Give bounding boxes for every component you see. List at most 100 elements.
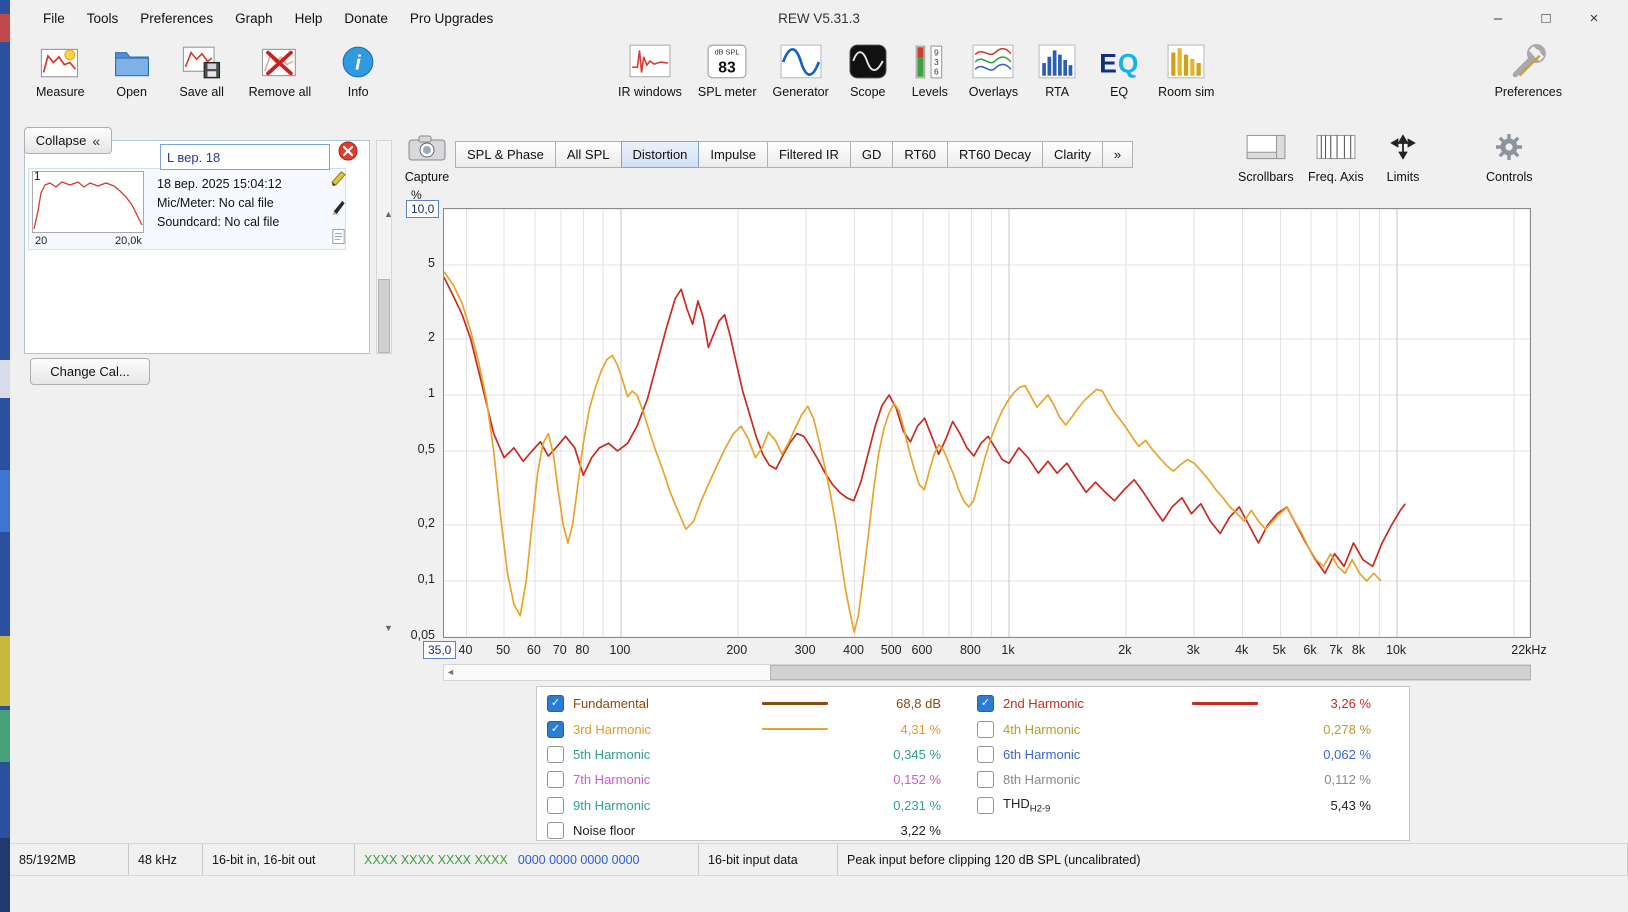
- tab-gd[interactable]: GD: [849, 141, 894, 168]
- legend-checkbox-fundamental[interactable]: ✓: [547, 695, 564, 713]
- menu-preferences[interactable]: Preferences: [129, 0, 224, 37]
- legend-swatch: [1175, 702, 1275, 705]
- panel-scrollbar-thumb[interactable]: [378, 279, 390, 353]
- tab-spl-phase[interactable]: SPL & Phase: [455, 141, 556, 168]
- freq-axis-button[interactable]: Freq. Axis: [1308, 126, 1364, 184]
- measure-button[interactable]: Measure: [36, 41, 85, 99]
- rew-window: REW V5.31.3 File Tools Preferences Graph Hel…: [10, 0, 1628, 912]
- legend-value: 0,112 %: [1324, 772, 1371, 788]
- camera-icon: [407, 126, 447, 168]
- thumb-axis-min: 20: [35, 235, 48, 247]
- menu-tools[interactable]: Tools: [76, 0, 130, 37]
- legend-checkbox-thd[interactable]: [977, 796, 994, 814]
- tab-filtered-ir[interactable]: Filtered IR: [766, 141, 851, 168]
- generator-button[interactable]: Generator: [773, 41, 829, 99]
- eq-icon: EQ: [1097, 41, 1141, 83]
- panel-scrollbar[interactable]: [376, 140, 392, 354]
- desktop-icon-fragment: [0, 360, 10, 398]
- info-button[interactable]: i Info: [335, 41, 381, 99]
- spl-meter-icon: dB SPL 83: [706, 41, 748, 83]
- scrollbars-icon: [1245, 126, 1287, 168]
- spl-meter-button[interactable]: dB SPL 83 SPL meter: [698, 41, 757, 99]
- levels-button[interactable]: 936 Levels: [907, 41, 953, 99]
- chart-horizontal-scrollbar[interactable]: ◄: [443, 664, 1531, 681]
- x-tick-800: 800: [959, 643, 981, 657]
- open-button[interactable]: Open: [109, 41, 155, 99]
- room-sim-button[interactable]: Room sim: [1158, 41, 1214, 99]
- legend-value: 3,22 %: [900, 823, 941, 839]
- menu-bar: File Tools Preferences Graph Help Donate Pro U…: [32, 0, 504, 37]
- trace-colour-button[interactable]: [330, 170, 347, 190]
- x-tick-6k: 6k: [1303, 643, 1317, 657]
- legend-checkbox-5th-harmonic[interactable]: [547, 745, 564, 763]
- edit-pencil-button[interactable]: [330, 199, 347, 219]
- svg-text:Q: Q: [1118, 48, 1139, 78]
- measure-icon: [40, 41, 80, 83]
- tab-impulse[interactable]: Impulse: [698, 141, 768, 168]
- legend-checkbox-8th-harmonic[interactable]: [977, 771, 994, 789]
- legend-checkbox-7th-harmonic[interactable]: [547, 771, 564, 789]
- maximize-button[interactable]: □: [1522, 0, 1570, 37]
- overlays-button[interactable]: Overlays: [969, 41, 1018, 99]
- controls-button[interactable]: Controls: [1486, 126, 1533, 184]
- legend-label: 2nd Harmonic: [1003, 696, 1084, 712]
- legend-value: 0,231 %: [893, 797, 941, 813]
- y-axis-max-field[interactable]: 10,0: [406, 200, 440, 218]
- preferences-button[interactable]: Preferences: [1495, 41, 1562, 99]
- scope-button[interactable]: Scope: [845, 41, 891, 99]
- desktop-icon-fragment: [0, 710, 10, 762]
- legend-checkbox-2nd-harmonic[interactable]: ✓: [977, 695, 994, 713]
- remove-all-button[interactable]: Remove all: [249, 41, 311, 99]
- thumb-axis-max: 20,0k: [115, 235, 142, 247]
- collapse-panel-button[interactable]: Collapse «: [24, 127, 112, 154]
- x-tick-22khz: 22kHz: [1511, 643, 1547, 657]
- ir-windows-button[interactable]: IR windows: [618, 41, 682, 99]
- gear-icon: [1493, 126, 1525, 168]
- x-axis-min-field[interactable]: 35,0: [423, 641, 457, 659]
- legend-label: 7th Harmonic: [573, 772, 651, 788]
- legend-row-5th-harmonic: 5th Harmonic 0,345 %: [547, 742, 941, 767]
- legend-checkbox-6th-harmonic[interactable]: [977, 745, 994, 763]
- tabs-overflow-button[interactable]: »: [1101, 141, 1134, 168]
- x-tick-80: 80: [575, 643, 590, 657]
- scroll-left-arrow[interactable]: ◄: [446, 666, 455, 678]
- menu-help[interactable]: Help: [284, 0, 334, 37]
- scroll-down-arrow[interactable]: ▼: [384, 624, 393, 633]
- wrench-icon: [1506, 41, 1550, 83]
- tab-distortion[interactable]: Distortion: [620, 141, 700, 168]
- status-cell-5: Peak input before clipping 120 dB SPL (u…: [838, 844, 1628, 875]
- tab-all-spl[interactable]: All SPL: [554, 141, 622, 168]
- chart-scrollbar-thumb[interactable]: [770, 665, 1531, 680]
- legend-label: 4th Harmonic: [1003, 721, 1081, 737]
- notes-button[interactable]: [330, 228, 347, 248]
- capture-button[interactable]: Capture: [398, 126, 456, 184]
- tab-rt60[interactable]: RT60: [892, 141, 948, 168]
- delete-measurement-button[interactable]: [338, 141, 358, 164]
- rta-button[interactable]: RTA: [1034, 41, 1080, 99]
- minimize-button[interactable]: –: [1474, 0, 1522, 37]
- limits-button[interactable]: Limits: [1380, 126, 1426, 184]
- save-all-button[interactable]: Save all: [179, 41, 225, 99]
- menu-pro-upgrades[interactable]: Pro Upgrades: [399, 0, 504, 37]
- legend-checkbox-9th-harmonic[interactable]: [547, 796, 564, 814]
- scroll-up-arrow[interactable]: ▲: [384, 210, 393, 219]
- y-tick-0-5: 0,5: [417, 441, 435, 456]
- change-cal-button[interactable]: Change Cal...: [30, 358, 150, 385]
- menu-file[interactable]: File: [32, 0, 76, 37]
- measurement-name-input[interactable]: [160, 144, 330, 170]
- menu-graph[interactable]: Graph: [224, 0, 284, 37]
- scrollbars-button[interactable]: Scrollbars: [1238, 126, 1294, 184]
- menu-donate[interactable]: Donate: [333, 0, 399, 37]
- info-icon: i: [341, 41, 375, 83]
- legend-checkbox-noise-floor[interactable]: [547, 822, 564, 840]
- close-button[interactable]: ×: [1570, 0, 1618, 37]
- tab-clarity[interactable]: Clarity: [1042, 141, 1103, 168]
- status-cell-3: XXXX XXXX XXXX XXXX 0000 0000 0000 0000: [355, 844, 699, 875]
- tab-rt60-decay[interactable]: RT60 Decay: [946, 141, 1043, 168]
- chart-plot-area[interactable]: [443, 208, 1531, 638]
- legend-checkbox-4th-harmonic[interactable]: [977, 720, 994, 738]
- measurement-row[interactable]: 1 20 20,0k 18 вер. 2025 15:04:12 Mic/Met…: [28, 168, 346, 250]
- eq-button[interactable]: EQ EQ: [1096, 41, 1142, 99]
- desktop-icon-fragment: [0, 14, 10, 42]
- legend-checkbox-3rd-harmonic[interactable]: ✓: [547, 720, 564, 738]
